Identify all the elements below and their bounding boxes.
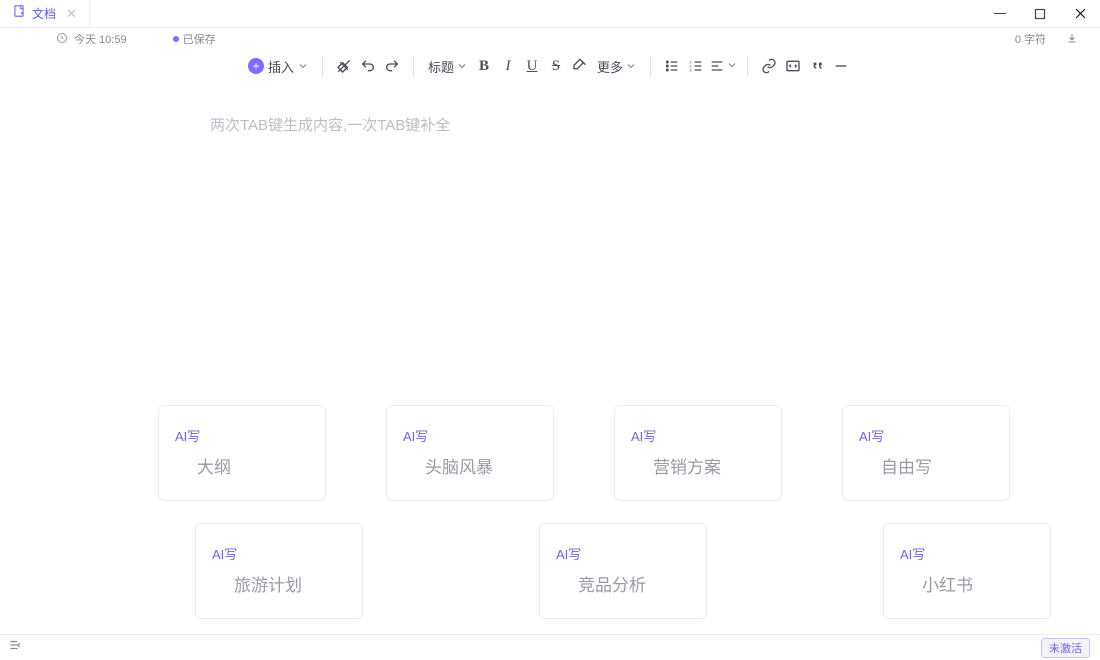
ai-card-travel[interactable]: AI写 旅游计划: [195, 523, 363, 619]
outline-toggle-button[interactable]: [8, 638, 22, 657]
ai-tag-label: AI写: [900, 544, 1034, 563]
quote-button[interactable]: [806, 54, 828, 78]
ai-tag-label: AI写: [631, 426, 765, 445]
ai-card-outline[interactable]: AI写 大纲: [158, 405, 326, 501]
ai-card-title: 小红书: [900, 563, 1034, 596]
plus-circle-icon: +: [248, 58, 264, 74]
insert-label: 插入: [268, 57, 294, 76]
ai-card-title: 自由写: [859, 445, 993, 478]
ai-card-title: 头脑风暴: [403, 445, 537, 478]
ai-card-brainstorm[interactable]: AI写 头脑风暴: [386, 405, 554, 501]
editor-placeholder: 两次TAB键生成内容,一次TAB键补全: [210, 117, 450, 134]
chevron-down-icon: [298, 59, 308, 74]
bold-button[interactable]: B: [473, 54, 495, 78]
timestamp-label: 今天 10:59: [74, 31, 127, 47]
ai-card-freewrite[interactable]: AI写 自由写: [842, 405, 1010, 501]
bullet-list-button[interactable]: [661, 54, 683, 78]
ai-card-marketing[interactable]: AI写 营销方案: [614, 405, 782, 501]
divider-button[interactable]: [830, 54, 852, 78]
ai-card-competitor[interactable]: AI写 竞品分析: [539, 523, 707, 619]
document-tab[interactable]: 文档 ✕: [0, 0, 90, 27]
heading-label: 标题: [428, 57, 454, 76]
window-close-button[interactable]: [1060, 0, 1100, 27]
heading-dropdown[interactable]: 标题: [424, 54, 471, 78]
ai-tag-label: AI写: [556, 544, 690, 563]
more-format-dropdown[interactable]: 更多: [593, 54, 640, 78]
editor-area[interactable]: 两次TAB键生成内容,一次TAB键补全: [0, 86, 1100, 135]
editor-toolbar: + 插入 标题 B I U S: [244, 54, 856, 78]
numbered-list-button[interactable]: 123: [685, 54, 707, 78]
ai-tag-label: AI写: [175, 426, 309, 445]
more-label: 更多: [597, 57, 623, 76]
ai-card-title: 营销方案: [631, 445, 765, 478]
ai-card-title: 大纲: [175, 445, 309, 478]
code-block-button[interactable]: [782, 54, 804, 78]
chevron-down-icon: [457, 59, 467, 74]
window-maximize-button[interactable]: [1020, 0, 1060, 27]
ai-tag-label: AI写: [859, 426, 993, 445]
chevron-down-icon: [626, 59, 636, 74]
download-icon[interactable]: [1066, 32, 1078, 47]
ai-tag-label: AI写: [403, 426, 537, 445]
activation-badge[interactable]: 未激活: [1041, 638, 1090, 658]
align-dropdown[interactable]: [709, 54, 737, 78]
saved-status-label: 已保存: [183, 31, 216, 47]
chevron-down-icon: [727, 57, 737, 75]
undo-button[interactable]: [357, 54, 379, 78]
saved-dot-icon: [173, 36, 179, 42]
char-count-label: 0 字符: [1015, 31, 1046, 47]
strikethrough-button[interactable]: S: [545, 54, 567, 78]
ai-card-xiaohongshu[interactable]: AI写 小红书: [883, 523, 1051, 619]
highlight-button[interactable]: [569, 54, 591, 78]
link-button[interactable]: [758, 54, 780, 78]
insert-button[interactable]: + 插入: [248, 57, 312, 76]
close-tab-button[interactable]: ✕: [66, 7, 77, 20]
ai-card-title: 竞品分析: [556, 563, 690, 596]
ai-tag-label: AI写: [212, 544, 346, 563]
redo-button[interactable]: [381, 54, 403, 78]
clock-icon: [56, 32, 68, 47]
window-minimize-button[interactable]: [980, 0, 1020, 27]
svg-text:3: 3: [689, 67, 692, 72]
document-icon: [12, 4, 26, 23]
ai-card-title: 旅游计划: [212, 563, 346, 596]
underline-button[interactable]: U: [521, 54, 543, 78]
document-tab-label: 文档: [32, 5, 56, 22]
italic-button[interactable]: I: [497, 54, 519, 78]
clear-format-button[interactable]: [333, 54, 355, 78]
